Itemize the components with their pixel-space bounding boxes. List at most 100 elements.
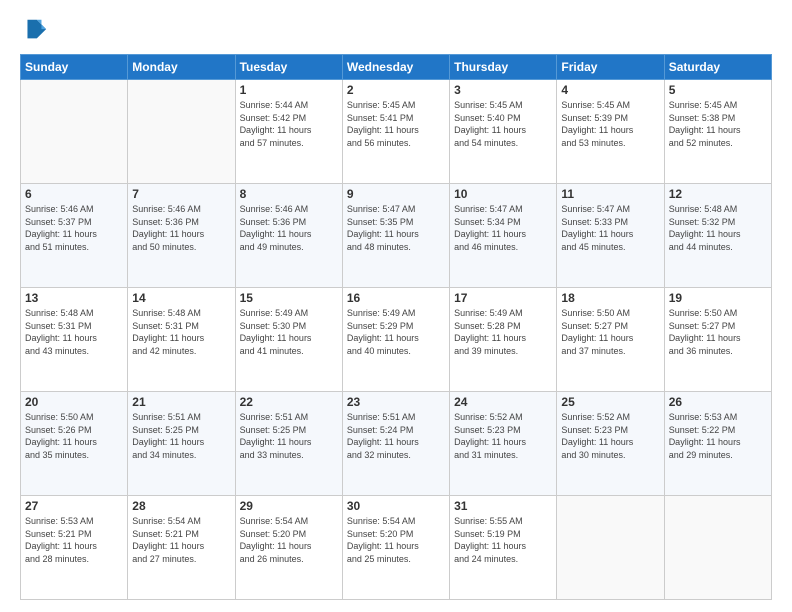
day-info: Sunrise: 5:53 AM Sunset: 5:22 PM Dayligh… xyxy=(669,411,767,461)
calendar-cell: 19 Sunrise: 5:50 AM Sunset: 5:27 PM Dayli… xyxy=(664,288,771,392)
day-number: 8 xyxy=(240,187,338,201)
day-number: 31 xyxy=(454,499,552,513)
calendar-cell: 2 Sunrise: 5:45 AM Sunset: 5:41 PM Daylig… xyxy=(342,80,449,184)
calendar-cell: 18 Sunrise: 5:50 AM Sunset: 5:27 PM Dayli… xyxy=(557,288,664,392)
calendar-weekday-wednesday: Wednesday xyxy=(342,55,449,80)
day-info: Sunrise: 5:52 AM Sunset: 5:23 PM Dayligh… xyxy=(454,411,552,461)
day-number: 29 xyxy=(240,499,338,513)
calendar-cell xyxy=(664,496,771,600)
day-number: 11 xyxy=(561,187,659,201)
calendar-weekday-tuesday: Tuesday xyxy=(235,55,342,80)
day-info: Sunrise: 5:50 AM Sunset: 5:27 PM Dayligh… xyxy=(561,307,659,357)
day-info: Sunrise: 5:48 AM Sunset: 5:32 PM Dayligh… xyxy=(669,203,767,253)
day-number: 19 xyxy=(669,291,767,305)
day-info: Sunrise: 5:46 AM Sunset: 5:36 PM Dayligh… xyxy=(132,203,230,253)
calendar-week-5: 27 Sunrise: 5:53 AM Sunset: 5:21 PM Dayli… xyxy=(21,496,772,600)
day-number: 21 xyxy=(132,395,230,409)
day-number: 15 xyxy=(240,291,338,305)
calendar-cell: 8Sunrise: 5:46 AM Sunset: 5:36 PM Daylig… xyxy=(235,184,342,288)
calendar-cell: 12 Sunrise: 5:48 AM Sunset: 5:32 PM Dayli… xyxy=(664,184,771,288)
calendar-cell: 29 Sunrise: 5:54 AM Sunset: 5:20 PM Dayli… xyxy=(235,496,342,600)
calendar-week-4: 20 Sunrise: 5:50 AM Sunset: 5:26 PM Dayli… xyxy=(21,392,772,496)
day-number: 4 xyxy=(561,83,659,97)
day-info: Sunrise: 5:54 AM Sunset: 5:20 PM Dayligh… xyxy=(240,515,338,565)
page: SundayMondayTuesdayWednesdayThursdayFrid… xyxy=(0,0,792,612)
calendar-weekday-saturday: Saturday xyxy=(664,55,771,80)
calendar-cell: 9 Sunrise: 5:47 AM Sunset: 5:35 PM Daylig… xyxy=(342,184,449,288)
calendar-cell: 31 Sunrise: 5:55 AM Sunset: 5:19 PM Dayli… xyxy=(450,496,557,600)
day-number: 16 xyxy=(347,291,445,305)
calendar-cell: 5 Sunrise: 5:45 AM Sunset: 5:38 PM Daylig… xyxy=(664,80,771,184)
logo-icon xyxy=(20,16,48,44)
calendar-cell: 20 Sunrise: 5:50 AM Sunset: 5:26 PM Dayli… xyxy=(21,392,128,496)
day-info: Sunrise: 5:49 AM Sunset: 5:29 PM Dayligh… xyxy=(347,307,445,357)
day-info: Sunrise: 5:54 AM Sunset: 5:20 PM Dayligh… xyxy=(347,515,445,565)
day-info: Sunrise: 5:51 AM Sunset: 5:24 PM Dayligh… xyxy=(347,411,445,461)
calendar-weekday-thursday: Thursday xyxy=(450,55,557,80)
header xyxy=(20,16,772,44)
day-info: Sunrise: 5:55 AM Sunset: 5:19 PM Dayligh… xyxy=(454,515,552,565)
calendar-cell: 6 Sunrise: 5:46 AM Sunset: 5:37 PM Daylig… xyxy=(21,184,128,288)
day-number: 23 xyxy=(347,395,445,409)
day-number: 26 xyxy=(669,395,767,409)
day-info: Sunrise: 5:48 AM Sunset: 5:31 PM Dayligh… xyxy=(25,307,123,357)
calendar-cell: 27 Sunrise: 5:53 AM Sunset: 5:21 PM Dayli… xyxy=(21,496,128,600)
calendar-cell: 3 Sunrise: 5:45 AM Sunset: 5:40 PM Daylig… xyxy=(450,80,557,184)
day-info: Sunrise: 5:45 AM Sunset: 5:38 PM Dayligh… xyxy=(669,99,767,149)
day-number: 17 xyxy=(454,291,552,305)
calendar-cell: 23 Sunrise: 5:51 AM Sunset: 5:24 PM Dayli… xyxy=(342,392,449,496)
day-number: 2 xyxy=(347,83,445,97)
day-number: 9 xyxy=(347,187,445,201)
day-number: 13 xyxy=(25,291,123,305)
day-number: 30 xyxy=(347,499,445,513)
calendar-cell: 14 Sunrise: 5:48 AM Sunset: 5:31 PM Dayli… xyxy=(128,288,235,392)
calendar-cell: 13 Sunrise: 5:48 AM Sunset: 5:31 PM Dayli… xyxy=(21,288,128,392)
day-number: 10 xyxy=(454,187,552,201)
day-number: 7 xyxy=(132,187,230,201)
calendar-weekday-sunday: Sunday xyxy=(21,55,128,80)
calendar-week-3: 13 Sunrise: 5:48 AM Sunset: 5:31 PM Dayli… xyxy=(21,288,772,392)
day-info: Sunrise: 5:51 AM Sunset: 5:25 PM Dayligh… xyxy=(240,411,338,461)
day-info: Sunrise: 5:50 AM Sunset: 5:27 PM Dayligh… xyxy=(669,307,767,357)
day-number: 20 xyxy=(25,395,123,409)
day-info: Sunrise: 5:46 AM Sunset: 5:37 PM Dayligh… xyxy=(25,203,123,253)
calendar-cell: 11 Sunrise: 5:47 AM Sunset: 5:33 PM Dayli… xyxy=(557,184,664,288)
calendar-cell: 10 Sunrise: 5:47 AM Sunset: 5:34 PM Dayli… xyxy=(450,184,557,288)
calendar-cell: 22 Sunrise: 5:51 AM Sunset: 5:25 PM Dayli… xyxy=(235,392,342,496)
day-number: 22 xyxy=(240,395,338,409)
day-number: 14 xyxy=(132,291,230,305)
day-number: 27 xyxy=(25,499,123,513)
day-number: 5 xyxy=(669,83,767,97)
day-info: Sunrise: 5:51 AM Sunset: 5:25 PM Dayligh… xyxy=(132,411,230,461)
calendar-weekday-monday: Monday xyxy=(128,55,235,80)
day-info: Sunrise: 5:45 AM Sunset: 5:40 PM Dayligh… xyxy=(454,99,552,149)
calendar-cell: 25 Sunrise: 5:52 AM Sunset: 5:23 PM Dayli… xyxy=(557,392,664,496)
day-info: Sunrise: 5:44 AM Sunset: 5:42 PM Dayligh… xyxy=(240,99,338,149)
day-info: Sunrise: 5:48 AM Sunset: 5:31 PM Dayligh… xyxy=(132,307,230,357)
calendar-cell: 16 Sunrise: 5:49 AM Sunset: 5:29 PM Dayli… xyxy=(342,288,449,392)
day-number: 24 xyxy=(454,395,552,409)
day-number: 12 xyxy=(669,187,767,201)
day-info: Sunrise: 5:52 AM Sunset: 5:23 PM Dayligh… xyxy=(561,411,659,461)
calendar-cell: 1Sunrise: 5:44 AM Sunset: 5:42 PM Daylig… xyxy=(235,80,342,184)
day-number: 3 xyxy=(454,83,552,97)
calendar-cell: 4Sunrise: 5:45 AM Sunset: 5:39 PM Daylig… xyxy=(557,80,664,184)
day-info: Sunrise: 5:53 AM Sunset: 5:21 PM Dayligh… xyxy=(25,515,123,565)
day-number: 6 xyxy=(25,187,123,201)
day-info: Sunrise: 5:47 AM Sunset: 5:34 PM Dayligh… xyxy=(454,203,552,253)
calendar-cell: 28Sunrise: 5:54 AM Sunset: 5:21 PM Dayli… xyxy=(128,496,235,600)
day-number: 18 xyxy=(561,291,659,305)
calendar-cell: 15 Sunrise: 5:49 AM Sunset: 5:30 PM Dayli… xyxy=(235,288,342,392)
calendar-cell: 26 Sunrise: 5:53 AM Sunset: 5:22 PM Dayli… xyxy=(664,392,771,496)
calendar-cell: 17Sunrise: 5:49 AM Sunset: 5:28 PM Dayli… xyxy=(450,288,557,392)
day-info: Sunrise: 5:47 AM Sunset: 5:33 PM Dayligh… xyxy=(561,203,659,253)
day-number: 25 xyxy=(561,395,659,409)
day-info: Sunrise: 5:47 AM Sunset: 5:35 PM Dayligh… xyxy=(347,203,445,253)
calendar-cell xyxy=(557,496,664,600)
calendar-header-row: SundayMondayTuesdayWednesdayThursdayFrid… xyxy=(21,55,772,80)
logo xyxy=(20,16,52,44)
day-info: Sunrise: 5:50 AM Sunset: 5:26 PM Dayligh… xyxy=(25,411,123,461)
day-info: Sunrise: 5:49 AM Sunset: 5:30 PM Dayligh… xyxy=(240,307,338,357)
day-info: Sunrise: 5:45 AM Sunset: 5:41 PM Dayligh… xyxy=(347,99,445,149)
calendar-cell xyxy=(21,80,128,184)
